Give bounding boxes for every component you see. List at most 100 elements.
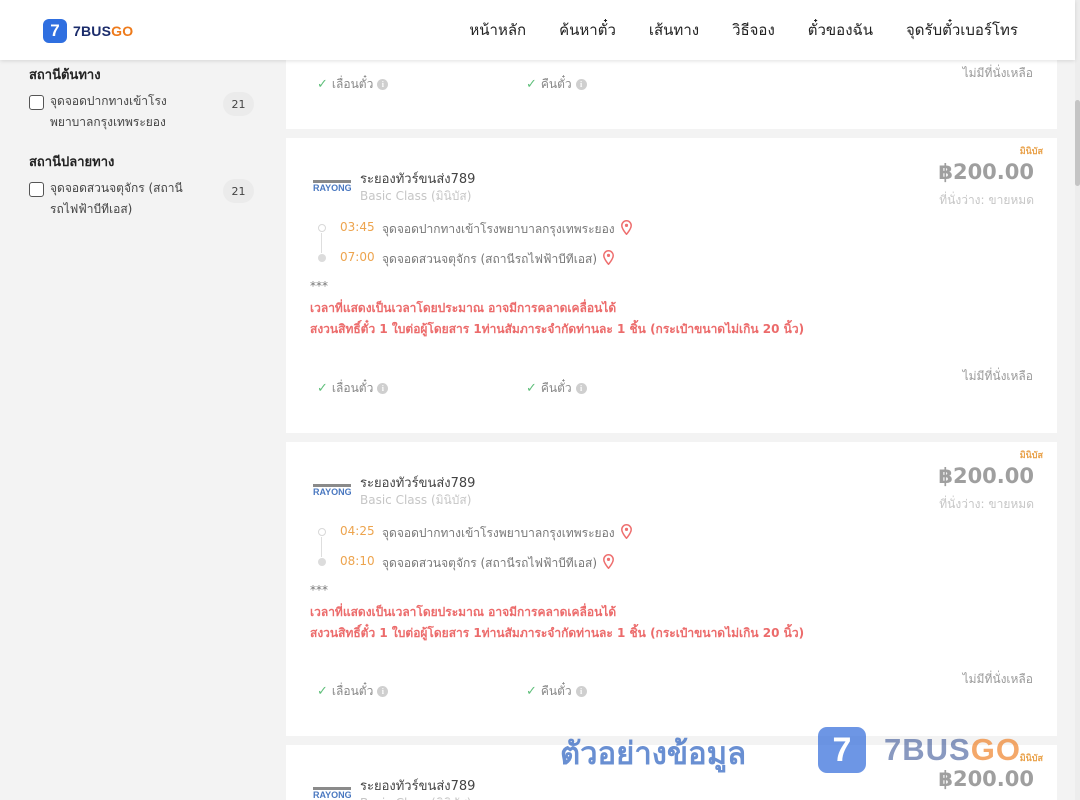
destination-option-label[interactable]: จุดจอดสวนจตุจักร (สถานีรถไฟฟ้าบีทีเอส) bbox=[50, 178, 195, 220]
bus-type-badge: มินิบัส bbox=[1019, 147, 1043, 157]
check-icon: ✓ bbox=[317, 684, 328, 699]
watermark-badge-icon: 7 bbox=[818, 727, 866, 773]
site-logo[interactable]: 7 7BUSGO bbox=[43, 19, 133, 43]
no-seat-status: ไม่มีที่นั่งเหลือ bbox=[962, 66, 1033, 80]
operator-name: ระยองทัวร์ขนส่ง789 bbox=[360, 779, 476, 794]
trip-notice: เวลาที่แสดงเป็นเวลาโดยประมาณ อาจมีการคลา… bbox=[310, 298, 804, 340]
refund-label: คืนตั๋ว bbox=[540, 381, 572, 395]
refund-label: คืนตั๋ว bbox=[540, 77, 572, 91]
arrive-time: 07:00 bbox=[340, 250, 375, 264]
logo-badge-icon: 7 bbox=[43, 19, 67, 43]
remark-stars: *** bbox=[310, 583, 328, 597]
check-icon: ✓ bbox=[317, 381, 328, 396]
operator-name: ระยองทัวร์ขนส่ง789 bbox=[360, 172, 476, 187]
destination-checkbox[interactable] bbox=[29, 182, 44, 197]
arrive-dot-icon bbox=[318, 254, 326, 262]
reschedule-label: เลื่อนตั๋ว bbox=[331, 684, 374, 698]
watermark-logo: 7 7BUSGO bbox=[818, 727, 1021, 773]
refund-feature: ✓ คืนตั๋ว i bbox=[526, 379, 587, 398]
depart-time: 04:25 bbox=[340, 524, 375, 538]
sample-data-watermark: ตัวอย่างข้อมูล bbox=[560, 736, 747, 772]
refund-feature: ✓ คืนตั๋ว i bbox=[526, 682, 587, 701]
ticket-price: ฿200.00 bbox=[938, 464, 1034, 488]
origin-option-label[interactable]: จุดจอดปากทางเข้าโรงพยาบาลกรุงเทพระยอง bbox=[50, 91, 195, 133]
info-icon[interactable]: i bbox=[377, 383, 389, 394]
reschedule-label: เลื่อนตั๋ว bbox=[331, 381, 374, 395]
trip-notice: เวลาที่แสดงเป็นเวลาโดยประมาณ อาจมีการคลา… bbox=[310, 602, 804, 644]
bus-class: Basic Class (มินิบัส) bbox=[360, 493, 472, 507]
bus-class: Basic Class (มินิบัส) bbox=[360, 794, 471, 800]
depart-dot-icon bbox=[318, 224, 326, 232]
reschedule-feature: ✓ เลื่อนตั๋ว i bbox=[317, 682, 389, 701]
notice-line-1: เวลาที่แสดงเป็นเวลาโดยประมาณ อาจมีการคลา… bbox=[310, 605, 617, 619]
info-icon[interactable]: i bbox=[575, 686, 587, 697]
ticket-price: ฿200.00 bbox=[938, 160, 1034, 184]
check-icon: ✓ bbox=[526, 684, 537, 699]
nav-pickup-phone[interactable]: จุดรับตั๋วเบอร์โทร bbox=[906, 18, 1018, 42]
logo-wordmark: 7BUSGO bbox=[73, 23, 134, 39]
map-pin-icon[interactable] bbox=[620, 220, 632, 235]
operator-logo-icon: RAYONG bbox=[313, 180, 351, 192]
destination-filter-title: สถานีปลายทาง bbox=[29, 155, 115, 170]
nav-home[interactable]: หน้าหลัก bbox=[469, 18, 526, 42]
seat-availability: ที่นั่งว่าง: ขายหมด bbox=[939, 193, 1034, 207]
trip-card[interactable]: มินิบัส RAYONG ระยองทัวร์ขนส่ง789 Basic … bbox=[286, 442, 1057, 736]
timeline-line bbox=[321, 233, 322, 253]
check-icon: ✓ bbox=[526, 77, 537, 92]
destination-filter-option[interactable]: จุดจอดสวนจตุจักร (สถานีรถไฟฟ้าบีทีเอส) 2… bbox=[29, 178, 259, 220]
arrive-dot-icon bbox=[318, 558, 326, 566]
remark-stars: *** bbox=[310, 279, 328, 293]
notice-line-2: สงวนสิทธิ์ตั๋ว 1 ใบต่อผู้โดยสาร 1ท่านสัม… bbox=[310, 322, 805, 336]
arrive-stop: จุดจอดสวนจตุจักร (สถานีรถไฟฟ้าบีทีเอส) bbox=[382, 554, 614, 573]
refund-label: คืนตั๋ว bbox=[540, 684, 572, 698]
map-pin-icon[interactable] bbox=[620, 524, 632, 539]
trip-card[interactable]: มินิบัส RAYONG ระยองทัวร์ขนส่ง789 Basic … bbox=[286, 138, 1057, 433]
origin-checkbox[interactable] bbox=[29, 95, 44, 110]
arrive-stop: จุดจอดสวนจตุจักร (สถานีรถไฟฟ้าบีทีเอส) bbox=[382, 250, 614, 269]
no-seat-status: ไม่มีที่นั่งเหลือ bbox=[962, 369, 1033, 383]
operator-logo-icon: RAYONG bbox=[313, 787, 351, 799]
reschedule-feature: ✓ เลื่อนตั๋ว i bbox=[317, 75, 389, 94]
operator-name: ระยองทัวร์ขนส่ง789 bbox=[360, 476, 476, 491]
reschedule-feature: ✓ เลื่อนตั๋ว i bbox=[317, 379, 389, 398]
notice-line-1: เวลาที่แสดงเป็นเวลาโดยประมาณ อาจมีการคลา… bbox=[310, 301, 617, 315]
nav-routes[interactable]: เส้นทาง bbox=[649, 18, 699, 42]
svg-text:RAYONG: RAYONG bbox=[313, 183, 351, 192]
nav-how-to-book[interactable]: วิธีจอง bbox=[732, 18, 775, 42]
info-icon[interactable]: i bbox=[575, 383, 587, 394]
check-icon: ✓ bbox=[317, 77, 328, 92]
bus-class: Basic Class (มินิบัส) bbox=[360, 189, 472, 203]
timeline-line bbox=[321, 537, 322, 557]
info-icon[interactable]: i bbox=[377, 686, 389, 697]
check-icon: ✓ bbox=[526, 381, 537, 396]
filter-sidebar: สถานีต้นทาง จุดจอดปากทางเข้าโรงพยาบาลกรุ… bbox=[29, 62, 259, 238]
depart-stop: จุดจอดปากทางเข้าโรงพยาบาลกรุงเทพระยอง bbox=[382, 524, 632, 543]
notice-line-2: สงวนสิทธิ์ตั๋ว 1 ใบต่อผู้โดยสาร 1ท่านสัม… bbox=[310, 626, 805, 640]
nav-my-tickets[interactable]: ตั๋วของฉัน bbox=[808, 18, 873, 42]
bus-type-badge: มินิบัส bbox=[1019, 754, 1043, 764]
top-navbar: 7 7BUSGO หน้าหลัก ค้นหาตั๋ว เส้นทาง วิธี… bbox=[0, 0, 1075, 60]
origin-filter-title: สถานีต้นทาง bbox=[29, 68, 101, 83]
seat-availability: ที่นั่งว่าง: ขายหมด bbox=[939, 497, 1034, 511]
map-pin-icon[interactable] bbox=[603, 250, 614, 265]
info-icon[interactable]: i bbox=[377, 79, 389, 90]
nav-search-tickets[interactable]: ค้นหาตั๋ว bbox=[559, 18, 616, 42]
svg-text:RAYONG: RAYONG bbox=[313, 790, 351, 799]
destination-count-badge: 21 bbox=[223, 179, 254, 203]
no-seat-status: ไม่มีที่นั่งเหลือ bbox=[962, 672, 1033, 686]
depart-dot-icon bbox=[318, 528, 326, 536]
watermark-wordmark: 7BUSGO bbox=[884, 732, 1021, 767]
refund-feature: ✓ คืนตั๋ว i bbox=[526, 75, 587, 94]
bus-type-badge: มินิบัส bbox=[1019, 451, 1043, 461]
svg-text:RAYONG: RAYONG bbox=[313, 487, 351, 496]
depart-time: 03:45 bbox=[340, 220, 375, 234]
info-icon[interactable]: i bbox=[575, 79, 587, 90]
scrollbar-thumb[interactable] bbox=[1075, 100, 1080, 186]
arrive-time: 08:10 bbox=[340, 554, 375, 568]
map-pin-icon[interactable] bbox=[603, 554, 614, 569]
depart-stop: จุดจอดปากทางเข้าโรงพยาบาลกรุงเทพระยอง bbox=[382, 220, 632, 239]
origin-count-badge: 21 bbox=[223, 92, 254, 116]
origin-filter-option[interactable]: จุดจอดปากทางเข้าโรงพยาบาลกรุงเทพระยอง 21 bbox=[29, 91, 259, 133]
main-nav: หน้าหลัก ค้นหาตั๋ว เส้นทาง วิธีจอง ตั๋วข… bbox=[469, 0, 1018, 60]
operator-logo-icon: RAYONG bbox=[313, 484, 351, 496]
